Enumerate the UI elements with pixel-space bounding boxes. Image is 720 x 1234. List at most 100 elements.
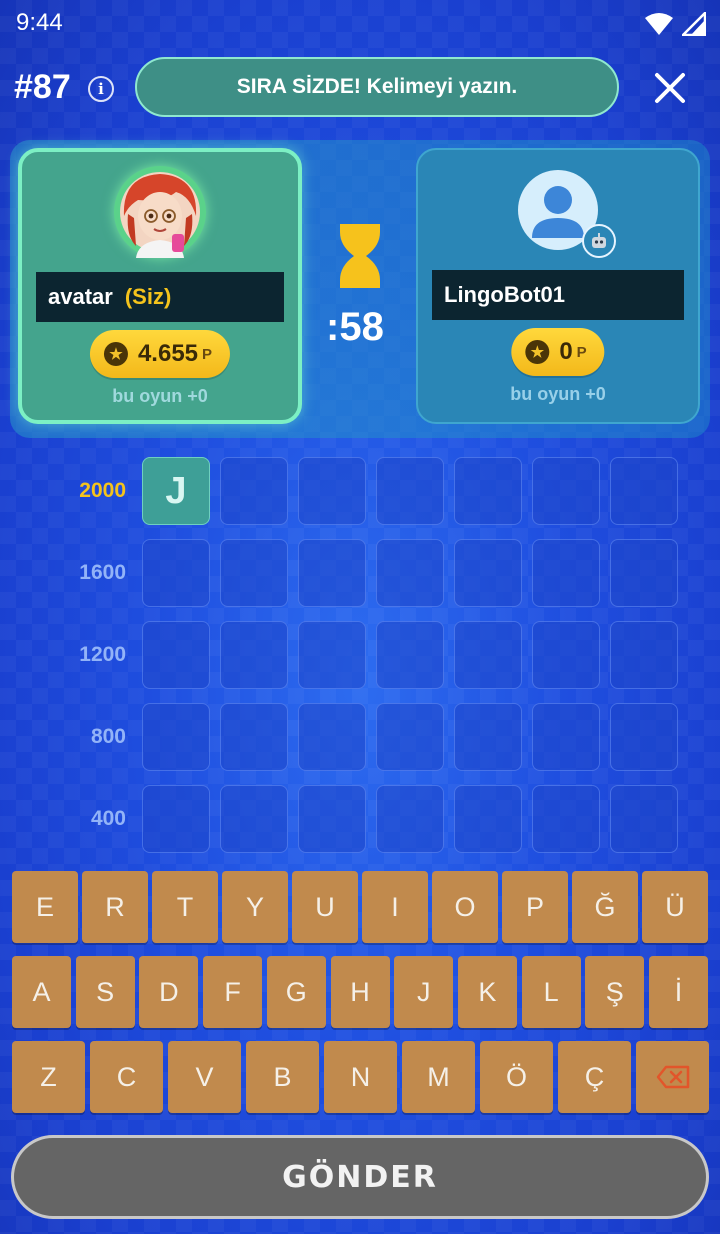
letter-cell bbox=[298, 703, 366, 771]
key[interactable]: G bbox=[266, 956, 326, 1028]
letter-cell bbox=[220, 621, 288, 689]
key[interactable]: D bbox=[139, 956, 199, 1028]
hourglass-icon bbox=[340, 224, 380, 288]
key[interactable]: I bbox=[362, 871, 428, 943]
letter-cell bbox=[298, 621, 366, 689]
key[interactable]: R bbox=[82, 871, 148, 943]
letter-cell bbox=[532, 457, 600, 525]
letter-cell bbox=[142, 785, 210, 853]
key[interactable]: Z bbox=[12, 1041, 85, 1113]
points-badge-opponent: ★ 0 P bbox=[511, 328, 605, 376]
key[interactable]: V bbox=[168, 1041, 241, 1113]
letter-cell bbox=[454, 703, 522, 771]
row-score: 1200 bbox=[79, 643, 126, 666]
turn-banner: SIRA SİZDE! Kelimeyi yazın. bbox=[135, 57, 619, 117]
letter-cell: J bbox=[142, 457, 210, 525]
key[interactable]: P bbox=[502, 871, 568, 943]
key[interactable]: Ş bbox=[585, 956, 645, 1028]
player-card-opponent: LingoBot01 ★ 0 P bu oyun +0 bbox=[416, 148, 700, 424]
letter-cell bbox=[376, 785, 444, 853]
backspace-key[interactable] bbox=[636, 1041, 709, 1113]
letter-cell bbox=[376, 703, 444, 771]
letter-cell bbox=[298, 539, 366, 607]
key[interactable]: Ö bbox=[480, 1041, 553, 1113]
letter-cell bbox=[220, 785, 288, 853]
status-icons bbox=[644, 12, 706, 36]
player-name-bar-self: avatar (Siz) bbox=[36, 272, 284, 322]
player-card-self: avatar (Siz) ★ 4.655 P bu oyun +0 bbox=[18, 148, 302, 424]
key[interactable]: E bbox=[12, 871, 78, 943]
letter-cell bbox=[610, 785, 678, 853]
letter-cell bbox=[454, 539, 522, 607]
key[interactable]: A bbox=[12, 956, 71, 1028]
letter-cell bbox=[610, 703, 678, 771]
wifi-icon bbox=[645, 13, 673, 35]
letter-cell bbox=[142, 703, 210, 771]
letter-cell bbox=[298, 457, 366, 525]
timer: :58 bbox=[326, 305, 384, 349]
letter-cell bbox=[454, 785, 522, 853]
key[interactable]: İ bbox=[649, 956, 708, 1028]
letter-cell bbox=[376, 621, 444, 689]
player-name-self: avatar bbox=[48, 284, 113, 309]
key[interactable]: J bbox=[394, 956, 454, 1028]
key[interactable]: S bbox=[75, 956, 135, 1028]
points-self: 4.655 bbox=[137, 340, 199, 367]
backspace-icon bbox=[656, 1065, 689, 1089]
row-score: 1600 bbox=[79, 561, 126, 584]
row-score: 400 bbox=[90, 807, 126, 830]
points-unit-self: P bbox=[202, 345, 213, 363]
key[interactable]: Ğ bbox=[572, 871, 638, 943]
points-badge-self: ★ 4.655 P bbox=[89, 330, 231, 378]
letter-cell bbox=[532, 785, 600, 853]
letter-cell bbox=[298, 785, 366, 853]
key[interactable]: M bbox=[402, 1041, 475, 1113]
letter-cell bbox=[454, 457, 522, 525]
points-opponent: 0 bbox=[559, 338, 573, 365]
key[interactable]: C bbox=[90, 1041, 163, 1113]
key[interactable]: Ü bbox=[642, 871, 708, 943]
player-name-bar-opponent: LingoBot01 bbox=[432, 270, 684, 320]
letter-cell bbox=[220, 539, 288, 607]
key[interactable]: U bbox=[292, 871, 358, 943]
key[interactable]: B bbox=[246, 1041, 319, 1113]
scientist-avatar-icon bbox=[120, 172, 200, 258]
letter-cell bbox=[454, 621, 522, 689]
coin-icon: ★ bbox=[103, 342, 128, 366]
letter-cell bbox=[142, 621, 210, 689]
info-icon[interactable]: i bbox=[88, 76, 114, 102]
letter-cell bbox=[532, 703, 600, 771]
round-gain-opponent: bu oyun +0 bbox=[510, 384, 606, 404]
key[interactable]: K bbox=[457, 956, 517, 1028]
letter-cell bbox=[532, 621, 600, 689]
letter-cell bbox=[376, 539, 444, 607]
cellular-signal-icon bbox=[682, 12, 706, 36]
row-score: 800 bbox=[90, 725, 126, 748]
letter-cell bbox=[376, 457, 444, 525]
letter-cell bbox=[220, 703, 288, 771]
close-icon bbox=[655, 73, 685, 103]
coin-icon: ★ bbox=[525, 340, 550, 364]
self-tag: (Siz) bbox=[124, 284, 172, 309]
key[interactable]: Y bbox=[222, 871, 288, 943]
robot-badge bbox=[582, 224, 616, 258]
robot-icon bbox=[592, 233, 606, 248]
key[interactable]: N bbox=[324, 1041, 397, 1113]
avatar bbox=[114, 166, 206, 258]
key[interactable]: T bbox=[152, 871, 218, 943]
player-name-opponent: LingoBot01 bbox=[444, 282, 565, 307]
key[interactable]: F bbox=[203, 956, 263, 1028]
send-button[interactable]: GÖNDER bbox=[11, 1135, 709, 1219]
round-gain-self: bu oyun +0 bbox=[112, 386, 208, 406]
key[interactable]: Ç bbox=[558, 1041, 631, 1113]
letter-cell bbox=[610, 539, 678, 607]
letter-cell bbox=[610, 621, 678, 689]
key[interactable]: L bbox=[521, 956, 581, 1028]
close-button[interactable] bbox=[648, 66, 692, 110]
row-score: 2000 bbox=[79, 479, 126, 502]
letter-cell bbox=[220, 457, 288, 525]
status-time: 9:44 bbox=[16, 9, 63, 36]
letter-cell bbox=[532, 539, 600, 607]
key[interactable]: O bbox=[432, 871, 498, 943]
key[interactable]: H bbox=[330, 956, 390, 1028]
